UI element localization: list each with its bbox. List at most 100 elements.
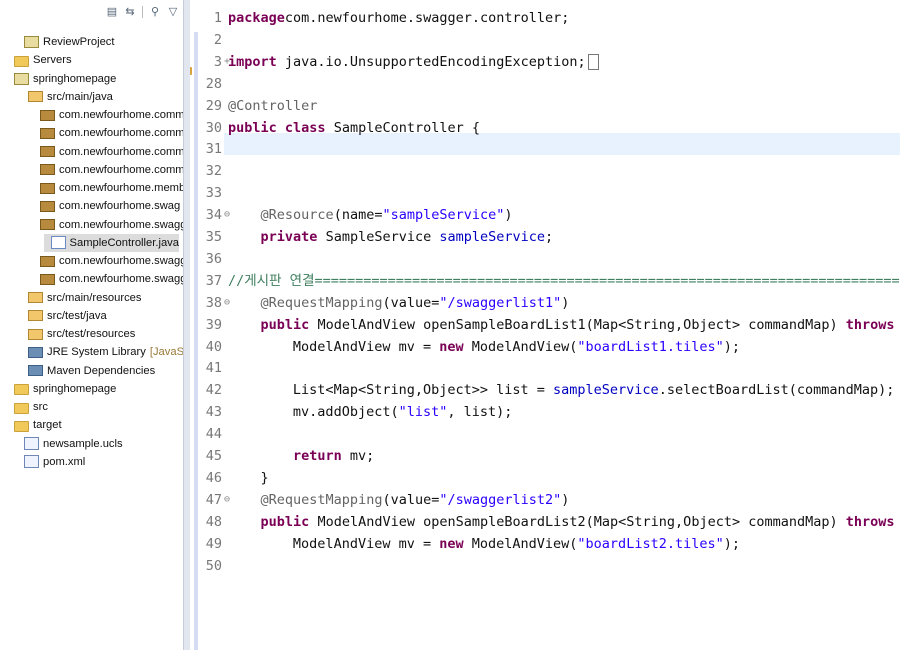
code-text[interactable]: return mv;: [228, 445, 374, 467]
tree-item[interactable]: src/test/resources: [18, 325, 135, 343]
tree-item[interactable]: springhomepage: [4, 70, 116, 88]
code-token: ): [561, 491, 570, 508]
code-token: );: [723, 535, 740, 552]
tree-item[interactable]: com.newfourhome.swagger.dac: [30, 252, 183, 270]
line-number: 45: [205, 448, 222, 464]
code-token: mv.addObject(: [284, 404, 399, 421]
line-number: 41: [205, 360, 222, 377]
code-text[interactable]: ModelAndView mv = new ModelAndView("boar…: [228, 336, 740, 358]
view-menu-icon[interactable]: ▽: [167, 6, 179, 18]
tree-item[interactable]: target: [4, 416, 62, 434]
tree-item[interactable]: SampleController.java: [44, 233, 179, 252]
tree-item[interactable]: src/main/resources: [18, 289, 142, 307]
code-text[interactable]: ModelAndView mv = new ModelAndView("boar…: [228, 533, 740, 555]
tree-item-label: src/main/resources: [47, 291, 142, 304]
tree-item-label: Servers: [33, 54, 72, 67]
code-text[interactable]: public ModelAndView openSampleBoardList2…: [228, 511, 900, 533]
tree-item[interactable]: src/main/java: [18, 88, 113, 106]
code-line: 30 public class SampleController {: [190, 117, 900, 139]
tree-item[interactable]: com.newfourhome.swagger.cor: [30, 216, 183, 234]
tree-item[interactable]: com.newfourhome.swagger.ser: [30, 270, 183, 288]
code-token: public: [260, 316, 310, 333]
code-token: ModelAndView openSampleBoardList1(Map<St…: [309, 316, 846, 333]
tree-item[interactable]: com.newfourhome.common.da: [30, 124, 183, 142]
code-token: }: [252, 469, 269, 486]
package-icon: [40, 200, 55, 212]
code-token: ModelAndView mv =: [284, 338, 440, 355]
tree-item[interactable]: pom.xml: [14, 453, 85, 471]
tree-item[interactable]: com.newfourhome.common.re: [30, 161, 183, 179]
code-text[interactable]: public ModelAndView openSampleBoardList1…: [228, 314, 900, 336]
code-token: public: [260, 513, 310, 530]
code-token: "/swaggerlist1": [439, 294, 562, 311]
tree-item[interactable]: src/test/java: [18, 307, 107, 325]
code-text[interactable]: mv.addObject("list", list);: [228, 401, 512, 423]
code-line: 47 ⊖ @RequestMapping(value="/swaggerlist2…: [190, 489, 900, 511]
code-text[interactable]: packagecom.newfourhome.swagger.controlle…: [228, 7, 569, 29]
tree-item[interactable]: Maven Dependencies: [18, 362, 155, 380]
tree-item[interactable]: com.newfourhome.common.cc: [30, 106, 183, 124]
tree-item[interactable]: com.newfourhome.member: [30, 179, 183, 197]
code-line: 29 @Controller: [190, 95, 900, 117]
tree-item-label: pom.xml: [43, 455, 86, 468]
code-text[interactable]: public class SampleController {: [228, 117, 480, 139]
code-text[interactable]: @Resource(name="sampleService"): [228, 204, 513, 226]
line-number: 42: [205, 382, 222, 399]
tree-item[interactable]: com.newfourhome.common.lo: [30, 143, 183, 161]
link-with-editor-icon[interactable]: ⇆: [124, 6, 136, 18]
focus-icon[interactable]: ⚲: [149, 6, 161, 18]
code-token: throws: [845, 513, 895, 530]
collapse-all-icon[interactable]: ▤: [106, 6, 118, 18]
code-line: 2: [190, 29, 900, 51]
source-folder-icon: [28, 310, 43, 322]
code-editor[interactable]: 1 packagecom.newfourhome.swagger.controll…: [190, 0, 900, 650]
tree-item[interactable]: JRE System Library[JavaSE-1.6]: [18, 343, 183, 361]
line-number: 28: [205, 75, 222, 92]
folder-icon: [14, 402, 29, 414]
code-line: 35 private SampleService sampleService;: [190, 226, 900, 248]
code-text[interactable]: @Controller: [228, 95, 317, 117]
tree-item-label: com.newfourhome.common.re: [59, 163, 183, 176]
code-line: 32: [190, 160, 900, 182]
code-token: com.newfourhome.swagger.controller;: [284, 10, 570, 26]
tree-item[interactable]: springhomepage: [4, 380, 116, 398]
tree-item-label: src/test/java: [47, 309, 107, 322]
code-text[interactable]: List<Map<String,Object>> list = sampleSe…: [228, 379, 894, 401]
code-text[interactable]: import java.io.UnsupportedEncodingExcept…: [228, 51, 599, 73]
tree-item[interactable]: com.newfourhome.swag: [30, 197, 180, 215]
tree-item-label: ReviewProject: [43, 36, 115, 48]
code-token: "/swaggerlist2": [439, 491, 562, 508]
tree-item[interactable]: newsample.ucls: [14, 435, 123, 453]
code-token: new: [439, 535, 464, 552]
code-text[interactable]: //게시판 연결================================…: [228, 270, 900, 292]
code-text[interactable]: @RequestMapping(value="/swaggerlist2"): [228, 489, 570, 511]
code-token: .selectBoardList(commandMap);: [658, 382, 895, 399]
package-icon: [40, 127, 55, 139]
collapsed-imports-box[interactable]: [587, 53, 599, 70]
source-folder-icon: [28, 292, 43, 303]
code-line: 1 packagecom.newfourhome.swagger.controll…: [190, 7, 900, 29]
project-icon: [14, 72, 29, 85]
line-number: 49: [205, 535, 222, 552]
line-number: 32: [205, 163, 222, 180]
package-icon: [40, 255, 55, 267]
code-token: );: [723, 338, 740, 355]
line-number: 29: [205, 97, 222, 114]
line-number: 31: [205, 141, 222, 158]
code-line: 36: [190, 248, 900, 270]
code-text[interactable]: }: [228, 467, 269, 489]
code-text[interactable]: private SampleService sampleService;: [228, 226, 554, 248]
code-token: @Resource: [260, 207, 334, 224]
line-number: 37: [205, 272, 222, 289]
tree-item[interactable]: ReviewProject: [14, 33, 115, 51]
tree-item[interactable]: Servers: [4, 51, 72, 69]
code-text[interactable]: @RequestMapping(value="/swaggerlist1"): [228, 292, 570, 314]
tree-item[interactable]: src: [4, 398, 48, 416]
code-line: 38 ⊖ @RequestMapping(value="/swaggerlist1…: [190, 292, 900, 314]
tree-item-label: com.newfourhome.common.lo: [59, 145, 183, 158]
code-token: class: [284, 119, 326, 136]
line-number: 50: [205, 557, 222, 574]
